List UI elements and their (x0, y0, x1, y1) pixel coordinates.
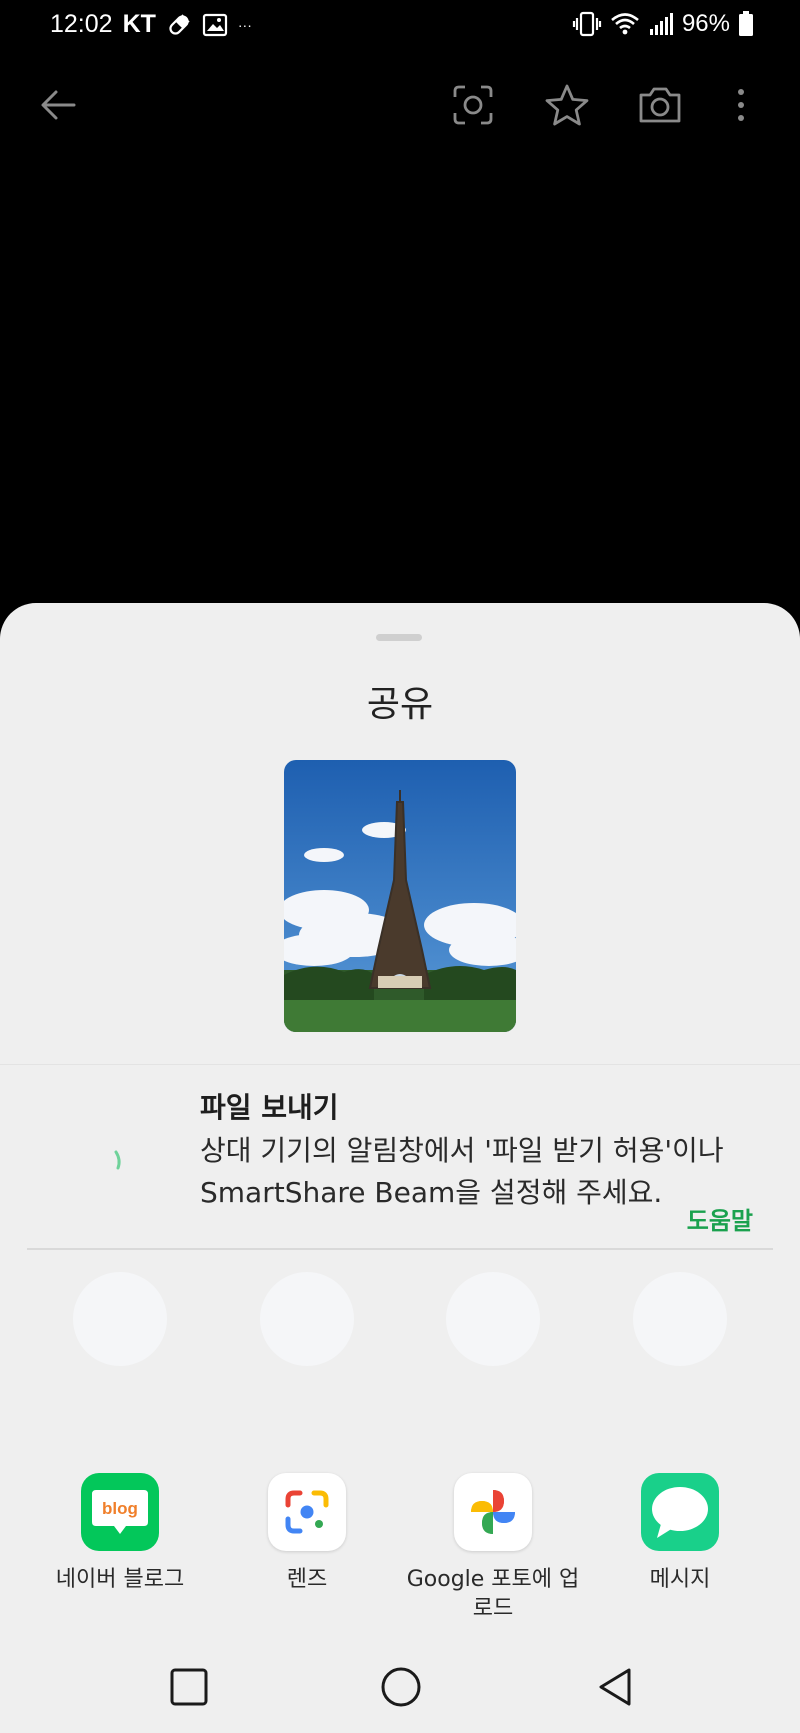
vibrate-icon (572, 11, 602, 37)
messages-icon (641, 1473, 719, 1551)
camera-icon[interactable] (628, 70, 692, 140)
help-link[interactable]: 도움말 (687, 1201, 753, 1236)
google-photos-icon (454, 1473, 532, 1551)
home-circle-icon[interactable] (356, 1640, 446, 1733)
share-target-google-photos[interactable]: Google 포토에 업로드 (400, 1473, 586, 1623)
image-icon (202, 13, 228, 37)
naver-blog-icon-text: blog (102, 1499, 138, 1518)
navigation-bar (0, 1640, 800, 1733)
viewer-toolbar (0, 70, 800, 140)
battery-icon (738, 11, 754, 37)
app-label: 렌즈 (286, 1567, 328, 1592)
status-left: 12:02 KT ··· (50, 10, 252, 39)
battery-percent: 96% (681, 10, 730, 37)
naver-blog-icon: blog (81, 1473, 159, 1551)
drag-handle[interactable] (376, 634, 422, 641)
nearby-device-placeholder (73, 1272, 167, 1366)
share-target-naver-blog[interactable]: blog 네이버 블로그 (27, 1473, 213, 1594)
signal-icon (648, 12, 674, 36)
more-vert-icon[interactable] (709, 70, 773, 140)
nearby-device-placeholder (260, 1272, 354, 1366)
section-divider (0, 1064, 800, 1065)
wifi-icon (610, 11, 640, 37)
nearby-device-placeholder (446, 1272, 540, 1366)
file-send-section[interactable]: 파일 보내기 상대 기기의 알림창에서 '파일 받기 허용'이나 SmartSh… (0, 1073, 800, 1235)
back-triangle-icon[interactable] (570, 1640, 660, 1733)
star-icon[interactable] (535, 70, 599, 140)
share-target-lens[interactable]: 렌즈 (214, 1473, 400, 1594)
recents-square-icon[interactable] (144, 1640, 234, 1733)
back-arrow-icon[interactable] (26, 70, 90, 140)
app-label: Google 포토에 업로드 (406, 1567, 580, 1621)
share-sheet: 공유 파일 보내기 상대 기기의 알림창에서 '파일 받기 허용'이나 Smar… (0, 603, 800, 1733)
sheet-title: 공유 (366, 684, 434, 725)
app-label: 네이버 블로그 (55, 1567, 185, 1592)
google-lens-icon (268, 1473, 346, 1551)
status-time: 12:02 (50, 10, 113, 38)
section-divider (27, 1248, 773, 1250)
loading-spinner-icon (112, 1149, 126, 1175)
share-target-messages[interactable]: 메시지 (587, 1473, 773, 1594)
overflow-dots: ··· (237, 16, 252, 33)
shared-image-preview (284, 760, 516, 1032)
nearby-device-placeholder (633, 1272, 727, 1366)
lens-scan-icon[interactable] (441, 70, 505, 140)
carrier-label: KT (122, 10, 156, 38)
status-bar: 12:02 KT ··· 96% (0, 0, 800, 50)
file-send-title: 파일 보내기 (200, 1091, 339, 1124)
app-label: 메시지 (649, 1567, 711, 1592)
status-right: 96% (572, 10, 754, 38)
pill-icon (166, 12, 192, 38)
